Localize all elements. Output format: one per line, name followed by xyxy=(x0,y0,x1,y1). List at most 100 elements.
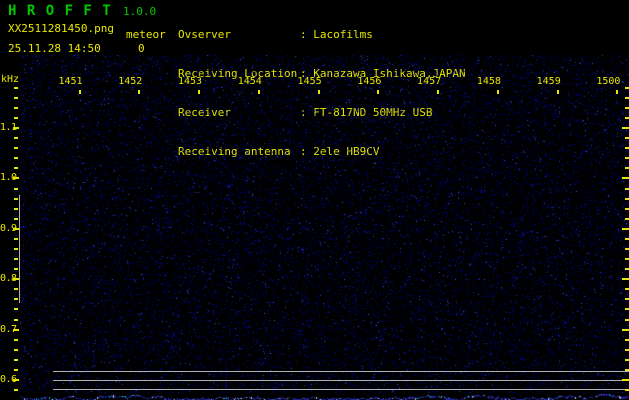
info-value: Lacofilms xyxy=(313,28,373,41)
app-title: H R O F F T xyxy=(8,3,112,19)
freq-minor-tick-right xyxy=(625,106,629,109)
marker-line-lower xyxy=(53,389,629,390)
freq-major-tick-right xyxy=(622,177,629,180)
hrofft-screen: H R O F F T 1.0.0 XX2511281450.png meteo… xyxy=(0,0,629,400)
freq-major-tick-left xyxy=(13,127,19,129)
freq-major-tick-right xyxy=(622,127,629,129)
marker-line-center xyxy=(53,380,629,381)
time-axis-label: 1454 xyxy=(237,76,262,87)
freq-minor-tick-right xyxy=(625,147,629,150)
freq-minor-tick-left xyxy=(14,217,18,220)
time-axis-label: 1455 xyxy=(297,76,322,87)
freq-minor-tick-left xyxy=(14,197,18,200)
freq-minor-tick-left xyxy=(14,358,18,361)
freq-minor-tick-right xyxy=(625,167,629,170)
meteor-count: 0 xyxy=(138,42,145,55)
time-axis-label: 1456 xyxy=(357,76,382,87)
freq-major-tick-right xyxy=(622,379,629,381)
time-axis-label: 1452 xyxy=(118,76,143,87)
freq-minor-tick-left xyxy=(14,106,18,109)
info-separator: : xyxy=(300,28,314,41)
freq-minor-tick-left xyxy=(14,288,18,291)
time-axis-tick xyxy=(556,90,559,94)
freq-minor-tick-right xyxy=(625,258,629,260)
time-axis-tick xyxy=(317,90,320,94)
freq-minor-tick-right xyxy=(625,207,629,210)
freq-minor-tick-left xyxy=(14,207,18,210)
freq-minor-tick-right xyxy=(625,348,629,351)
time-axis-tick xyxy=(496,90,499,94)
freq-minor-tick-right xyxy=(625,86,629,89)
info-label: Ovserver xyxy=(178,28,231,41)
freq-minor-tick-right xyxy=(625,288,629,291)
freq-minor-tick-left xyxy=(14,338,18,341)
time-axis-label: 1500 xyxy=(596,76,621,87)
freq-minor-tick-right xyxy=(625,389,629,392)
info-row-observer: Ovserver: Lacofilms xyxy=(178,28,466,41)
time-axis-tick xyxy=(257,90,260,94)
freq-minor-tick-left xyxy=(14,237,18,240)
freq-minor-tick-right xyxy=(625,96,629,99)
app-version: 1.0.0 xyxy=(123,5,157,18)
freq-major-tick-right xyxy=(622,227,629,230)
freq-minor-tick-right xyxy=(625,248,629,250)
freq-minor-tick-right xyxy=(625,368,629,371)
freq-minor-tick-left xyxy=(14,348,18,351)
freq-minor-tick-right xyxy=(625,298,629,301)
freq-major-tick-left xyxy=(13,278,19,281)
freq-minor-tick-left xyxy=(14,368,18,371)
mode-label: meteor xyxy=(126,28,166,41)
freq-minor-tick-left xyxy=(14,86,18,89)
freq-minor-tick-left xyxy=(14,96,18,99)
freq-minor-tick-left xyxy=(14,157,18,160)
freq-minor-tick-right xyxy=(625,116,629,119)
time-axis-tick xyxy=(437,90,440,94)
freq-minor-tick-right xyxy=(625,217,629,220)
date-time: 25.11.28 14:50 xyxy=(8,42,101,55)
left-range-marker-bar xyxy=(19,195,20,303)
freq-minor-tick-left xyxy=(14,389,18,392)
freq-minor-tick-left xyxy=(14,167,18,170)
time-axis-label: 1458 xyxy=(476,76,501,87)
freq-minor-tick-left xyxy=(14,308,18,311)
time-axis-tick xyxy=(616,90,619,94)
freq-minor-tick-right xyxy=(625,237,629,240)
freq-minor-tick-right xyxy=(625,318,629,321)
freq-minor-tick-left xyxy=(14,298,18,301)
freq-minor-tick-right xyxy=(625,268,629,271)
y-axis-unit-label: kHz xyxy=(1,74,20,85)
time-axis-tick xyxy=(198,90,200,94)
freq-major-tick-left xyxy=(13,379,19,381)
freq-minor-tick-left xyxy=(14,187,18,190)
freq-major-tick-left xyxy=(13,177,19,180)
noise-level-strip-canvas xyxy=(20,393,629,400)
time-axis-tick xyxy=(377,90,380,94)
freq-major-tick-left xyxy=(13,328,19,331)
output-filename: XX2511281450.png xyxy=(8,22,114,35)
freq-minor-tick-right xyxy=(625,358,629,361)
freq-major-tick-left xyxy=(13,227,19,230)
spectrogram-canvas xyxy=(20,55,629,393)
freq-minor-tick-right xyxy=(625,308,629,311)
time-axis-label: 1453 xyxy=(177,76,203,87)
freq-minor-tick-left xyxy=(14,258,18,260)
freq-minor-tick-left xyxy=(14,137,18,140)
freq-minor-tick-right xyxy=(625,338,629,341)
freq-minor-tick-right xyxy=(625,187,629,190)
freq-minor-tick-left xyxy=(14,116,18,119)
freq-minor-tick-left xyxy=(14,147,18,150)
time-axis-label: 1451 xyxy=(58,76,83,87)
time-axis-label: 1457 xyxy=(417,76,442,87)
marker-line-upper xyxy=(53,371,629,372)
freq-minor-tick-right xyxy=(625,137,629,140)
time-axis-tick xyxy=(78,90,81,94)
time-axis-tick xyxy=(138,90,141,94)
freq-minor-tick-right xyxy=(625,157,629,160)
freq-minor-tick-left xyxy=(14,268,18,271)
time-axis-label: 1459 xyxy=(536,76,561,87)
freq-major-tick-right xyxy=(622,278,629,281)
freq-major-tick-right xyxy=(622,328,629,331)
freq-minor-tick-right xyxy=(625,197,629,200)
freq-minor-tick-left xyxy=(14,318,18,321)
freq-minor-tick-left xyxy=(14,248,18,250)
